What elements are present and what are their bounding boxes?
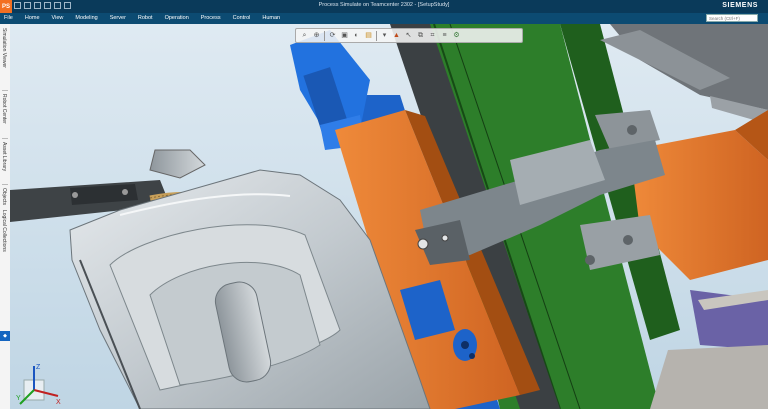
- snapshot-icon[interactable]: ⌗: [428, 31, 437, 40]
- 3d-viewport[interactable]: ⌕ ⊕ ⟳ ▣ ◐ ▤ ▾ ▲ ↖ ⧉ ⌗ ≡ ⚙: [10, 24, 768, 409]
- pointer-icon[interactable]: ▲: [392, 31, 401, 40]
- menu-server[interactable]: Server: [110, 15, 126, 21]
- tab-robot-center[interactable]: Robot Center: [1, 94, 7, 124]
- bolt-icon: [72, 192, 78, 198]
- bolt-icon: [461, 341, 469, 349]
- z-axis-label: Z: [36, 364, 41, 371]
- menu-file[interactable]: File: [4, 15, 13, 21]
- right-grey-block: [650, 345, 768, 409]
- tab-objects[interactable]: Objects: [1, 188, 7, 205]
- view-cube-icon[interactable]: ▣: [340, 31, 349, 40]
- menu-control[interactable]: Control: [233, 15, 251, 21]
- x-axis-label: X: [56, 399, 61, 406]
- search-input[interactable]: Search (Ctrl+F): [706, 14, 758, 22]
- tab-simulation-viewer[interactable]: Simulation Viewer: [1, 28, 7, 68]
- robot-icon[interactable]: ⚙: [452, 31, 461, 40]
- tab-separator: [2, 184, 8, 185]
- toolbar-separator: [376, 30, 377, 41]
- bolt-icon: [469, 353, 475, 359]
- tab-asset-library[interactable]: Asset Library: [1, 142, 7, 171]
- menu-robot[interactable]: Robot: [138, 15, 153, 21]
- pivot-pin-icon: [417, 238, 429, 250]
- rotate-icon[interactable]: ⟳: [328, 31, 337, 40]
- selection-icon[interactable]: ▾: [380, 31, 389, 40]
- graphic-viewer-toolbar: ⌕ ⊕ ⟳ ▣ ◐ ▤ ▾ ▲ ↖ ⧉ ⌗ ≡ ⚙: [295, 28, 523, 43]
- menu-view[interactable]: View: [52, 15, 64, 21]
- section-icon[interactable]: ⧉: [416, 31, 425, 40]
- bolt-icon: [585, 255, 595, 265]
- tab-separator: [2, 90, 8, 91]
- siemens-logo: SIEMENS: [722, 2, 758, 9]
- measure-icon[interactable]: ↖: [404, 31, 413, 40]
- window-title: Process Simulate on Teamcenter 2302 - [S…: [318, 2, 450, 8]
- bolt-icon: [627, 125, 637, 135]
- menu-human[interactable]: Human: [262, 15, 280, 21]
- toggle-icon[interactable]: ≡: [440, 31, 449, 40]
- bolt-icon: [122, 189, 128, 195]
- tab-logical-collections[interactable]: Logical Collections: [1, 210, 7, 252]
- shaded-icon[interactable]: ◐: [352, 31, 361, 40]
- coordinate-triad: Z X Y: [16, 364, 61, 406]
- tab-separator: [2, 138, 8, 139]
- title-bar: PS Process Simulate on Teamcenter 2302 -…: [0, 0, 768, 13]
- scene-graphics: [10, 24, 768, 409]
- zoom-icon[interactable]: ⊕: [312, 31, 321, 40]
- zoom-fit-icon[interactable]: ⌕: [300, 31, 309, 40]
- menu-process[interactable]: Process: [201, 15, 221, 21]
- menu-home[interactable]: Home: [25, 15, 40, 21]
- pivot-pin-icon: [441, 234, 449, 242]
- panel-pin-icon[interactable]: ◆: [0, 331, 10, 341]
- menu-bar: File Home View Modeling Server Robot Ope…: [0, 13, 768, 24]
- bolt-icon: [623, 235, 633, 245]
- menu-modeling[interactable]: Modeling: [75, 15, 97, 21]
- y-axis-label: Y: [16, 395, 21, 402]
- toolbar-separator: [324, 30, 325, 41]
- display-mode-icon[interactable]: ▤: [364, 31, 373, 40]
- menu-operation[interactable]: Operation: [165, 15, 189, 21]
